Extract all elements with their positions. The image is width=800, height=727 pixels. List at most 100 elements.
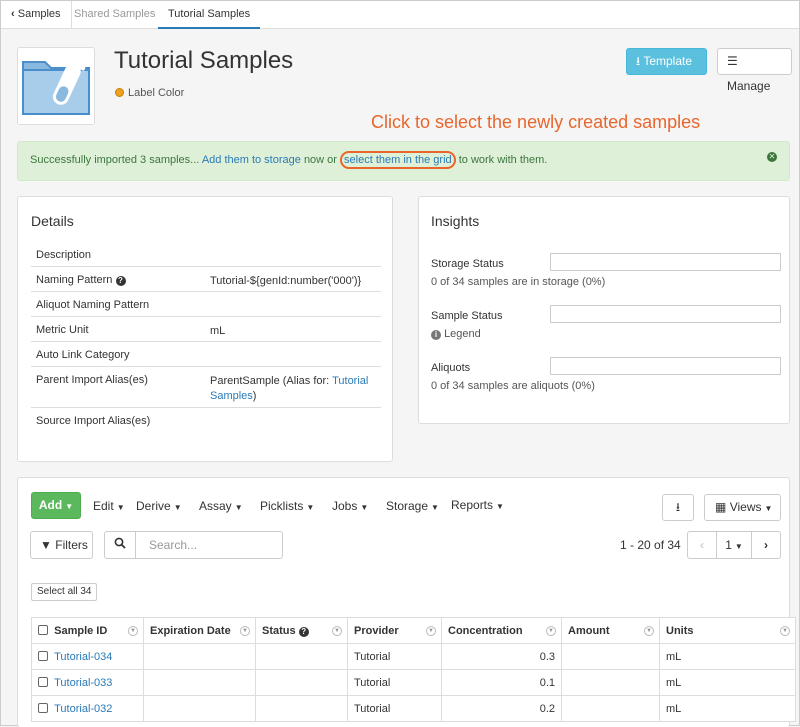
jobs-menu[interactable]: Jobs ▼ — [332, 493, 368, 519]
views-label: Views — [729, 500, 762, 514]
sample-id-link[interactable]: Tutorial-033 — [54, 677, 112, 689]
caret-down-icon: ▼ — [496, 502, 504, 511]
tab-back-samples[interactable]: ‹ Samples — [1, 1, 72, 29]
status-cell — [255, 669, 348, 696]
help-icon[interactable]: ? — [115, 276, 126, 286]
column-menu-icon: ▼ — [546, 626, 556, 636]
column-menu-icon: ▼ — [240, 626, 250, 636]
expiration-cell — [143, 643, 256, 670]
row-checkbox[interactable] — [38, 702, 48, 713]
column-menu-icon: ▼ — [332, 626, 342, 636]
top-tab-bar: ‹ Samples Shared Samples Tutorial Sample… — [1, 1, 799, 29]
search-box — [104, 531, 283, 559]
picklists-menu[interactable]: Picklists ▼ — [260, 493, 314, 519]
insights-title: Insights — [431, 213, 480, 229]
amount-cell — [561, 669, 660, 696]
template-label: Template — [643, 54, 693, 68]
chevron-right-icon: › — [764, 538, 768, 552]
table-row: Tutorial-034 Tutorial 0.3 mL — [31, 643, 796, 670]
storage-menu[interactable]: Storage ▼ — [386, 493, 439, 519]
details-row: Source Import Alias(es) — [31, 408, 381, 433]
select-all-button[interactable]: Select all 34 — [31, 583, 98, 601]
download-icon: ⭳ — [675, 500, 681, 514]
paging-info: 1 - 20 of 34 — [620, 538, 681, 552]
close-icon[interactable]: ✕ — [767, 152, 777, 162]
manage-label: Manage — [727, 79, 771, 93]
info-icon: i — [431, 330, 441, 340]
help-icon: ? — [298, 626, 309, 637]
next-page-button[interactable]: › — [751, 531, 781, 559]
concentration-cell: 0.2 — [441, 695, 562, 722]
column-concentration[interactable]: Concentration ▼ — [441, 617, 562, 644]
details-panel: Details Description Naming Pattern ? Tut… — [17, 196, 393, 462]
caret-down-icon: ▼ — [65, 502, 74, 511]
column-menu-icon: ▼ — [426, 626, 436, 636]
column-units[interactable]: Units ▼ — [659, 617, 796, 644]
amount-cell — [561, 643, 660, 670]
column-menu-icon: ▼ — [780, 626, 790, 636]
column-menu-icon: ▼ — [644, 626, 654, 636]
details-label: Parent Import Alias(es) — [36, 374, 148, 386]
reports-menu[interactable]: Reports ▼ — [451, 492, 504, 518]
filters-button[interactable]: ▼ Filters — [30, 531, 93, 559]
status-cell — [255, 695, 348, 722]
sample-status-label: Sample Status — [431, 310, 503, 322]
tab-tutorial-samples[interactable]: Tutorial Samples — [158, 1, 261, 29]
callout-annotation: Click to select the newly created sample… — [371, 112, 701, 132]
details-label: Source Import Alias(es) — [36, 415, 151, 427]
details-row: Description — [31, 242, 381, 267]
success-alert: Successfully imported 3 samples... Add t… — [17, 141, 790, 181]
assay-menu[interactable]: Assay ▼ — [199, 493, 243, 519]
alert-middle: now or — [303, 154, 337, 166]
export-button[interactable]: ⭳ — [662, 494, 694, 521]
legend-toggle[interactable]: i Legend — [431, 328, 481, 340]
row-checkbox[interactable] — [38, 676, 48, 687]
details-value: Tutorial-${genId:number('000')} — [210, 275, 362, 287]
aliquots-bar — [550, 357, 781, 375]
details-row: Naming Pattern ? Tutorial-${genId:number… — [31, 267, 381, 292]
provider-cell: Tutorial — [347, 695, 442, 722]
details-row: Aliquot Naming Pattern — [31, 292, 381, 317]
views-button[interactable]: ▦ Views ▼ — [704, 494, 781, 521]
chevron-left-icon: ‹ — [11, 8, 15, 20]
select-in-grid-link[interactable]: select them in the grid — [340, 151, 456, 169]
alert-suffix: to work with them. — [458, 154, 548, 166]
select-all-checkbox[interactable] — [38, 624, 48, 635]
column-expiration-date[interactable]: Expiration Date ▼ — [143, 617, 256, 644]
sample-type-icon — [17, 47, 95, 125]
details-label: Metric Unit — [36, 324, 89, 336]
table-row: Tutorial-033 Tutorial 0.1 mL — [31, 669, 796, 696]
column-provider[interactable]: Provider ▼ — [347, 617, 442, 644]
sample-status-bar — [550, 305, 781, 323]
details-value: ParentSample (Alias for: Tutorial Sample… — [210, 375, 369, 402]
table-row: Tutorial-032 Tutorial 0.2 mL — [31, 695, 796, 722]
alert-prefix: Successfully imported 3 samples... — [30, 154, 200, 166]
storage-status-label: Storage Status — [431, 258, 504, 270]
column-amount[interactable]: Amount ▼ — [561, 617, 660, 644]
column-sample-id[interactable]: Sample ID ▼ — [31, 617, 144, 644]
details-label: Aliquot Naming Pattern — [36, 299, 150, 311]
column-status[interactable]: Status ? ▼ — [255, 617, 348, 644]
prev-page-button[interactable]: ‹ — [687, 531, 717, 559]
search-input[interactable] — [136, 532, 281, 558]
caret-down-icon: ▼ — [306, 503, 315, 512]
add-label: Add — [38, 498, 63, 512]
expiration-cell — [143, 669, 256, 696]
manage-button[interactable]: ☰ Manage — [717, 48, 792, 93]
add-to-storage-link[interactable]: Add them to storage — [202, 154, 301, 166]
row-checkbox[interactable] — [38, 650, 48, 661]
tab-shared-samples[interactable]: Shared Samples — [64, 1, 165, 29]
storage-status-bar — [550, 253, 781, 271]
sample-id-link[interactable]: Tutorial-032 — [54, 703, 112, 715]
derive-menu[interactable]: Derive ▼ — [136, 493, 182, 519]
provider-cell: Tutorial — [347, 643, 442, 670]
details-value: mL — [210, 325, 226, 337]
expiration-cell — [143, 695, 256, 722]
add-button[interactable]: Add ▼ — [31, 492, 81, 519]
sample-id-link[interactable]: Tutorial-034 — [54, 651, 112, 663]
details-label: Description — [36, 249, 92, 261]
label-color-swatch — [115, 88, 124, 97]
edit-menu[interactable]: Edit ▼ — [93, 493, 125, 519]
page-select[interactable]: 1 ▼ — [716, 531, 752, 559]
template-button[interactable]: ⭳ Template — [626, 48, 707, 75]
